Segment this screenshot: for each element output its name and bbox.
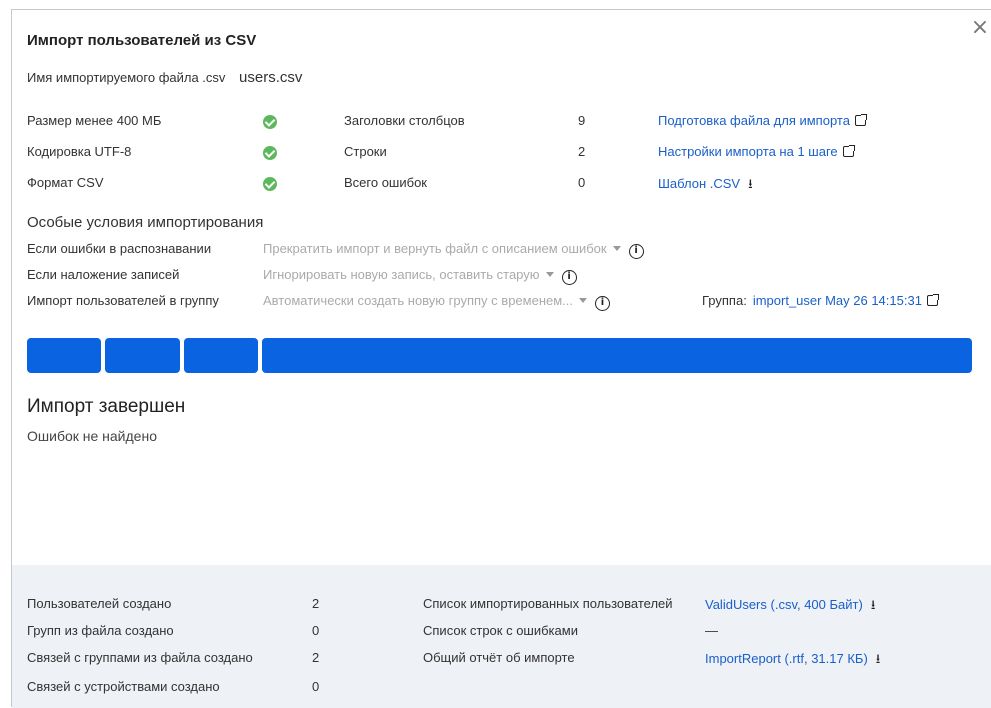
info-icon[interactable]: i xyxy=(595,296,611,311)
option-row: Импорт пользователей в группу Автоматиче… xyxy=(27,293,987,319)
stat-label: Строки xyxy=(344,144,387,159)
summary-label-2: Общий отчёт об импорте xyxy=(423,650,575,665)
option-row: Если наложение записей Игнорировать нову… xyxy=(27,267,987,293)
summary-label: Пользователей создано xyxy=(27,596,172,611)
link-label: Подготовка файла для импорта xyxy=(658,113,850,128)
valid-users-download-link[interactable]: ValidUsers (.csv, 400 Байт) ⭳ xyxy=(705,596,875,618)
options-list: Если ошибки в распознавании Прекратить и… xyxy=(27,241,987,319)
download-icon: ⭳ xyxy=(875,652,881,667)
download-icon: ⭳ xyxy=(870,598,876,613)
options-title: Особые условия импортирования xyxy=(27,214,264,231)
file-name-row: Имя импортируемого файла .csv users.csv xyxy=(27,69,302,86)
group-label: Группа: xyxy=(702,293,747,308)
summary-value: 0 xyxy=(312,623,320,638)
info-icon[interactable]: i xyxy=(561,270,577,285)
summary-row: Пользователей создано 2 Список импортиро… xyxy=(27,596,977,622)
option-value: Прекратить импорт и вернуть файл с описа… xyxy=(263,241,607,256)
download-icon: ⭳ xyxy=(748,177,753,192)
stat-value: 9 xyxy=(578,113,586,128)
summary-footer: Пользователей создано 2 Список импортиро… xyxy=(12,565,991,708)
summary-row: Связей с группами из файла создано 2 Общ… xyxy=(27,650,977,676)
option-value: Игнорировать новую запись, оставить стар… xyxy=(263,267,540,282)
check-row: Размер менее 400 МБ Заголовки столбцов 9… xyxy=(27,113,987,144)
summary-label: Связей с группами из файла создано xyxy=(27,650,253,665)
link-label: Настройки импорта на 1 шаге xyxy=(658,144,838,159)
group-link[interactable]: import_user May 26 14:15:31 xyxy=(752,293,939,308)
result-title: Импорт завершен xyxy=(27,396,186,417)
import-dialog: × Импорт пользователей из CSV Имя импорт… xyxy=(11,9,991,708)
summary-label: Связей с устройствами создано xyxy=(27,679,220,694)
check-row: Кодировка UTF-8 Строки 2 Настройки импор… xyxy=(27,144,987,175)
result-subtitle: Ошибок не найдено xyxy=(27,428,157,444)
option-label: Если наложение записей xyxy=(27,267,180,282)
stat-label: Всего ошибок xyxy=(344,175,427,190)
option-select-errors[interactable]: Прекратить импорт и вернуть файл с описа… xyxy=(263,241,644,259)
summary-value: 2 xyxy=(312,596,320,611)
progress-segment xyxy=(27,338,101,373)
external-link-icon xyxy=(926,294,939,306)
summary-row: Связей с устройствами создано 0 xyxy=(27,679,977,705)
summary-value: 2 xyxy=(312,650,320,665)
chevron-down-icon xyxy=(545,272,554,277)
stat-value: 0 xyxy=(578,175,586,190)
check-ok-icon xyxy=(263,113,277,130)
option-label: Импорт пользователей в группу xyxy=(27,293,219,308)
summary-value: 0 xyxy=(312,679,320,694)
summary-link-label: ValidUsers (.csv, 400 Байт) xyxy=(705,597,863,612)
summary-row: Групп из файла создано 0 Список строк с … xyxy=(27,623,977,649)
check-label: Кодировка UTF-8 xyxy=(27,144,132,159)
progress-segment xyxy=(184,338,258,373)
stat-value: 2 xyxy=(578,144,586,159)
option-select-group[interactable]: Автоматически создать новую группу с вре… xyxy=(263,293,611,311)
external-link-icon xyxy=(854,114,867,126)
check-row: Формат CSV Всего ошибок 0 Шаблон .CSV ⭳ xyxy=(27,175,987,206)
stat-label: Заголовки столбцов xyxy=(344,113,465,128)
check-ok-icon xyxy=(263,144,277,161)
link-import-settings[interactable]: Настройки импорта на 1 шаге xyxy=(658,144,855,159)
error-rows-value: — xyxy=(705,623,718,638)
check-label: Размер менее 400 МБ xyxy=(27,113,162,128)
summary-label: Групп из файла создано xyxy=(27,623,174,638)
chevron-down-icon xyxy=(579,298,588,303)
chevron-down-icon xyxy=(612,246,621,251)
summary-label-2: Список строк с ошибками xyxy=(423,623,578,638)
file-name-label: Имя импортируемого файла .csv xyxy=(27,70,226,85)
checks-grid: Размер менее 400 МБ Заголовки столбцов 9… xyxy=(27,113,987,206)
group-value: import_user May 26 14:15:31 xyxy=(752,293,922,308)
file-name-value: users.csv xyxy=(239,69,303,86)
group-info: Группа: import_user May 26 14:15:31 xyxy=(702,293,939,308)
close-icon[interactable]: × xyxy=(969,10,991,50)
check-ok-icon xyxy=(263,175,277,192)
dialog-title: Импорт пользователей из CSV xyxy=(27,32,257,49)
info-icon[interactable]: i xyxy=(628,244,644,259)
import-progress-bar xyxy=(27,338,972,373)
external-link-icon xyxy=(842,145,855,157)
link-file-preparation[interactable]: Подготовка файла для импорта xyxy=(658,113,867,128)
option-row: Если ошибки в распознавании Прекратить и… xyxy=(27,241,987,267)
option-value: Автоматически создать новую группу с вре… xyxy=(263,293,574,308)
link-csv-template[interactable]: Шаблон .CSV ⭳ xyxy=(658,175,753,197)
link-label: Шаблон .CSV xyxy=(658,176,741,191)
check-label: Формат CSV xyxy=(27,175,104,190)
summary-link-label: ImportReport (.rtf, 31.17 КБ) xyxy=(705,651,868,666)
import-report-download-link[interactable]: ImportReport (.rtf, 31.17 КБ) ⭳ xyxy=(705,650,880,672)
progress-segment xyxy=(105,338,180,373)
option-select-overlap[interactable]: Игнорировать новую запись, оставить стар… xyxy=(263,267,577,285)
summary-label-2: Список импортированных пользователей xyxy=(423,596,673,611)
option-label: Если ошибки в распознавании xyxy=(27,241,212,256)
progress-segment xyxy=(262,338,972,373)
